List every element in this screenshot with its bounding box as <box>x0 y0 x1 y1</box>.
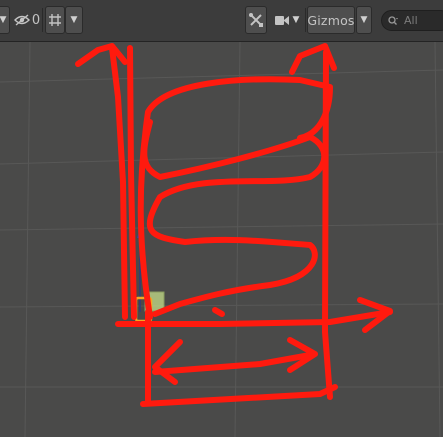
toolbar-divider <box>305 8 306 32</box>
scene-canvas[interactable] <box>0 42 443 437</box>
dropdown-arrow-icon: ▼ <box>0 15 7 25</box>
gizmos-label: Gizmos <box>307 12 355 28</box>
search-placeholder: All <box>404 14 418 27</box>
eye-hidden-icon <box>13 14 30 26</box>
hidden-objects-toggle[interactable]: 0 <box>12 6 42 34</box>
gizmos-button[interactable]: Gizmos <box>307 6 355 34</box>
chevron-down-icon: ▼ <box>360 15 368 25</box>
chevron-down-icon: ▼ <box>70 15 78 25</box>
camera-dropdown[interactable]: ▼ <box>271 6 303 34</box>
grid-snap-dropdown[interactable]: ▼ <box>65 6 83 34</box>
gizmos-dropdown[interactable]: ▼ <box>356 6 372 34</box>
search-icon <box>388 16 398 25</box>
grid-snap-icon <box>49 14 61 26</box>
camera-icon <box>274 15 289 25</box>
toolbar-divider <box>42 8 43 32</box>
scene-view[interactable] <box>0 42 443 437</box>
tools-button[interactable] <box>245 6 267 34</box>
dropdown-arrow-button[interactable]: ▼ <box>0 6 10 34</box>
search-field[interactable]: All <box>381 10 443 31</box>
grid-snap-button[interactable] <box>45 6 65 34</box>
hidden-objects-count: 0 <box>31 12 41 28</box>
tools-icon <box>249 13 263 27</box>
chevron-down-icon: ▼ <box>292 15 300 25</box>
scene-toolbar: ▼ 0 ▼ ▼ Gizmos ▼ All <box>0 0 443 42</box>
